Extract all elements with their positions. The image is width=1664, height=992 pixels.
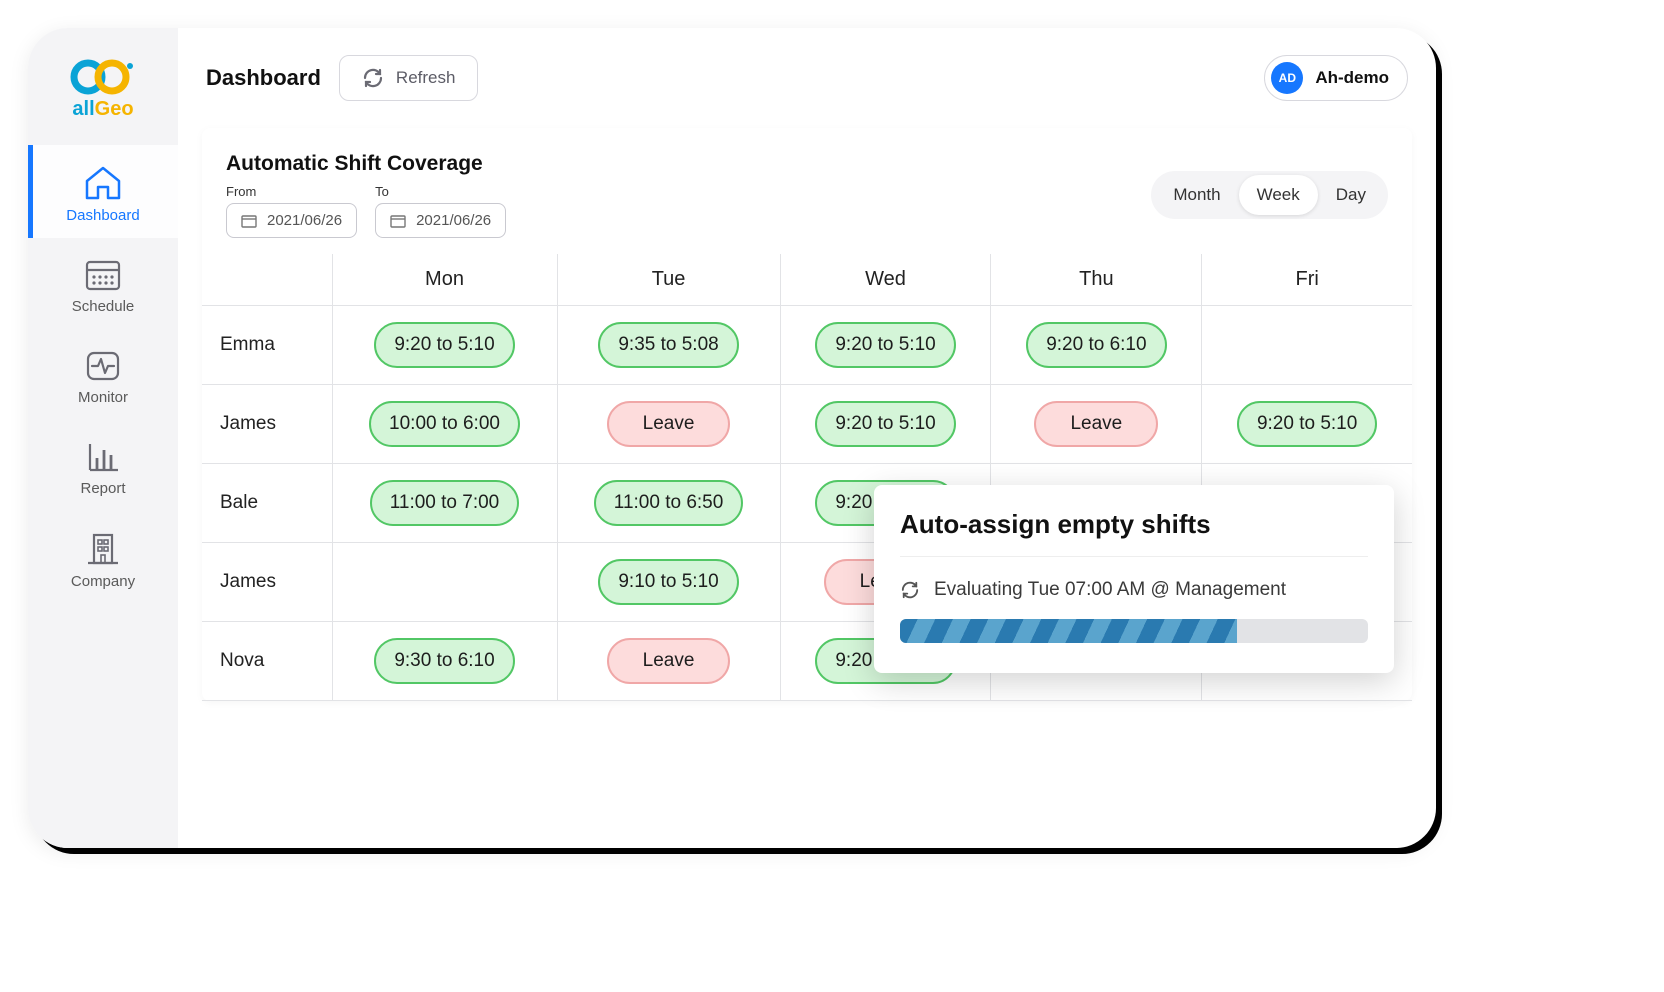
- schedule-cell: [1202, 306, 1412, 385]
- shift-pill[interactable]: 11:00 to 6:50: [594, 480, 744, 526]
- card-title: Automatic Shift Coverage: [226, 152, 506, 176]
- employee-name: Emma: [220, 334, 275, 355]
- from-label: From: [226, 184, 357, 199]
- refresh-label: Refresh: [396, 68, 456, 88]
- from-date-value: 2021/06/26: [267, 212, 342, 229]
- user-name: Ah-demo: [1315, 68, 1389, 88]
- from-date-input[interactable]: 2021/06/26: [226, 203, 357, 238]
- refresh-icon: [900, 581, 920, 599]
- sidebar-item-report[interactable]: Report: [28, 420, 178, 511]
- calendar-mini-icon: [390, 214, 406, 228]
- schedule-cell: 9:10 to 5:10: [557, 543, 780, 622]
- shift-pill[interactable]: 9:20 to 5:10: [815, 401, 955, 447]
- schedule-cell: 9:35 to 5:08: [557, 306, 780, 385]
- page-title: Dashboard: [206, 65, 321, 91]
- shift-pill[interactable]: 9:20 to 6:10: [1026, 322, 1166, 368]
- shift-pill[interactable]: 9:10 to 5:10: [598, 559, 738, 605]
- to-label: To: [375, 184, 506, 199]
- employee-name: James: [220, 413, 276, 434]
- content-card: Automatic Shift Coverage From 2021/06/26…: [202, 128, 1412, 701]
- sidebar-item-company[interactable]: Company: [28, 511, 178, 604]
- view-month[interactable]: Month: [1155, 175, 1238, 215]
- leave-pill[interactable]: Leave: [1034, 401, 1158, 447]
- employee-name: James: [220, 571, 276, 592]
- schedule-cell: Leave: [991, 385, 1202, 464]
- brand-text: allGeo: [68, 98, 138, 121]
- view-week[interactable]: Week: [1239, 175, 1318, 215]
- shift-pill[interactable]: 11:00 to 7:00: [370, 480, 520, 526]
- shift-pill[interactable]: 9:30 to 6:10: [374, 638, 514, 684]
- main-area: Dashboard Refresh AD Ah-demo Automatic S…: [178, 28, 1436, 848]
- user-chip[interactable]: AD Ah-demo: [1264, 55, 1408, 101]
- day-header: Fri: [1202, 254, 1412, 306]
- sidebar-item-dashboard[interactable]: Dashboard: [28, 145, 178, 238]
- sidebar-item-schedule[interactable]: Schedule: [28, 238, 178, 329]
- schedule-cell: Leave: [557, 385, 780, 464]
- home-icon: [83, 165, 123, 201]
- card-header: Automatic Shift Coverage From 2021/06/26…: [202, 152, 1412, 254]
- app-window: allGeo Dashboard Schedule Monitor Report…: [28, 28, 1436, 848]
- auto-assign-popup: Auto-assign empty shifts Evaluating Tue …: [874, 485, 1394, 673]
- schedule-cell: Leave: [557, 622, 780, 701]
- schedule-cell: 11:00 to 7:00: [332, 464, 557, 543]
- sidebar-item-label: Dashboard: [28, 207, 178, 224]
- to-date-value: 2021/06/26: [416, 212, 491, 229]
- refresh-icon: [362, 68, 384, 88]
- sidebar-item-label: Report: [28, 480, 178, 497]
- leave-pill[interactable]: Leave: [607, 401, 731, 447]
- schedule-cell: [332, 543, 557, 622]
- bar-chart-icon: [84, 440, 122, 474]
- progress-bar: [900, 619, 1368, 643]
- table-row: Emma 9:20 to 5:10 9:35 to 5:08 9:20 to 5:10…: [202, 306, 1412, 385]
- shift-pill[interactable]: 9:35 to 5:08: [598, 322, 738, 368]
- avatar: AD: [1271, 62, 1303, 94]
- schedule-cell: 10:00 to 6:00: [332, 385, 557, 464]
- shift-pill[interactable]: 9:20 to 5:10: [374, 322, 514, 368]
- leave-pill[interactable]: Leave: [607, 638, 731, 684]
- schedule-cell: 11:00 to 6:50: [557, 464, 780, 543]
- shift-pill[interactable]: 9:20 to 5:10: [1237, 401, 1377, 447]
- calendar-icon: [84, 258, 122, 292]
- day-header: Tue: [557, 254, 780, 306]
- schedule-cell: 9:30 to 6:10: [332, 622, 557, 701]
- day-header: Wed: [780, 254, 991, 306]
- brand-logo: allGeo: [68, 56, 138, 121]
- sidebar-item-label: Schedule: [28, 298, 178, 315]
- sidebar-item-label: Company: [28, 573, 178, 590]
- sidebar: allGeo Dashboard Schedule Monitor Report…: [28, 28, 178, 848]
- popup-title: Auto-assign empty shifts: [900, 509, 1368, 557]
- day-header: Mon: [332, 254, 557, 306]
- progress-fill: [900, 619, 1237, 643]
- to-date-input[interactable]: 2021/06/26: [375, 203, 506, 238]
- shift-pill[interactable]: 9:20 to 5:10: [815, 322, 955, 368]
- topbar: Dashboard Refresh AD Ah-demo: [178, 28, 1436, 128]
- schedule-cell: 9:20 to 5:10: [1202, 385, 1412, 464]
- view-day[interactable]: Day: [1318, 175, 1384, 215]
- refresh-button[interactable]: Refresh: [339, 55, 479, 101]
- sidebar-item-monitor[interactable]: Monitor: [28, 329, 178, 420]
- popup-status-row: Evaluating Tue 07:00 AM @ Management: [900, 579, 1368, 601]
- logo-icon: [68, 56, 138, 98]
- sidebar-item-label: Monitor: [28, 389, 178, 406]
- shift-pill[interactable]: 10:00 to 6:00: [369, 401, 520, 447]
- schedule-cell: 9:20 to 6:10: [991, 306, 1202, 385]
- building-icon: [84, 531, 122, 567]
- schedule-cell: 9:20 to 5:10: [332, 306, 557, 385]
- employee-name: Nova: [220, 650, 264, 671]
- calendar-mini-icon: [241, 214, 257, 228]
- heartbeat-icon: [84, 349, 122, 383]
- day-header: Thu: [991, 254, 1202, 306]
- table-row: James 10:00 to 6:00 Leave 9:20 to 5:10 Leave…: [202, 385, 1412, 464]
- schedule-cell: 9:20 to 5:10: [780, 306, 991, 385]
- view-toggle: Month Week Day: [1151, 171, 1388, 219]
- employee-name: Bale: [220, 492, 258, 513]
- schedule-cell: 9:20 to 5:10: [780, 385, 991, 464]
- popup-status-text: Evaluating Tue 07:00 AM @ Management: [934, 579, 1286, 601]
